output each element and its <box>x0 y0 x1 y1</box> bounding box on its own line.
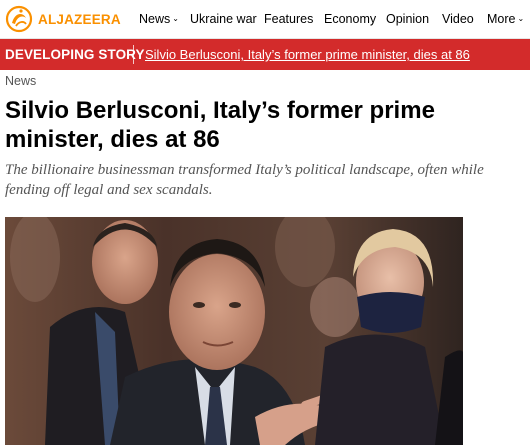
nav-label: Features <box>264 12 314 26</box>
logo-text: ALJAZEERA <box>38 11 121 27</box>
nav-label: Video <box>442 12 474 26</box>
site-logo[interactable]: ALJAZEERA <box>4 4 121 34</box>
chevron-down-icon: ⌄ <box>517 14 525 23</box>
article-subtitle: The billionaire businessman transformed … <box>5 162 484 198</box>
developing-story-label: DEVELOPING STORY <box>5 47 145 62</box>
nav-item-more[interactable]: More ⌄ <box>487 12 524 26</box>
nav-label: Economy <box>324 12 377 26</box>
nav-item-economy[interactable]: Economy <box>324 12 376 26</box>
nav-item-features[interactable]: Features <box>264 12 313 26</box>
article-title: Silvio Berlusconi, Italy’s former prime … <box>5 97 435 153</box>
article-category[interactable]: News <box>5 74 36 88</box>
divider <box>133 45 134 64</box>
site-header: ALJAZEERA News ⌄ Ukraine war Features Eco… <box>0 0 530 39</box>
nav-item-news[interactable]: News ⌄ <box>139 12 179 26</box>
nav-label: Opinion <box>386 12 430 26</box>
chevron-down-icon: ⌄ <box>172 14 179 23</box>
nav-label: More <box>487 12 516 26</box>
nav-item-ukraine-war[interactable]: Ukraine war <box>190 12 257 26</box>
developing-story-bar: DEVELOPING STORY Silvio Berlusconi, Ital… <box>0 39 530 70</box>
nav-item-video[interactable]: Video <box>442 12 474 26</box>
aljazeera-logo-icon <box>4 4 34 34</box>
article-hero-image <box>5 217 463 445</box>
nav-label: News <box>139 12 171 26</box>
nav-label: Ukraine war <box>190 12 257 26</box>
nav-item-opinion[interactable]: Opinion <box>386 12 429 26</box>
developing-story-link[interactable]: Silvio Berlusconi, Italy’s former prime … <box>145 47 470 62</box>
